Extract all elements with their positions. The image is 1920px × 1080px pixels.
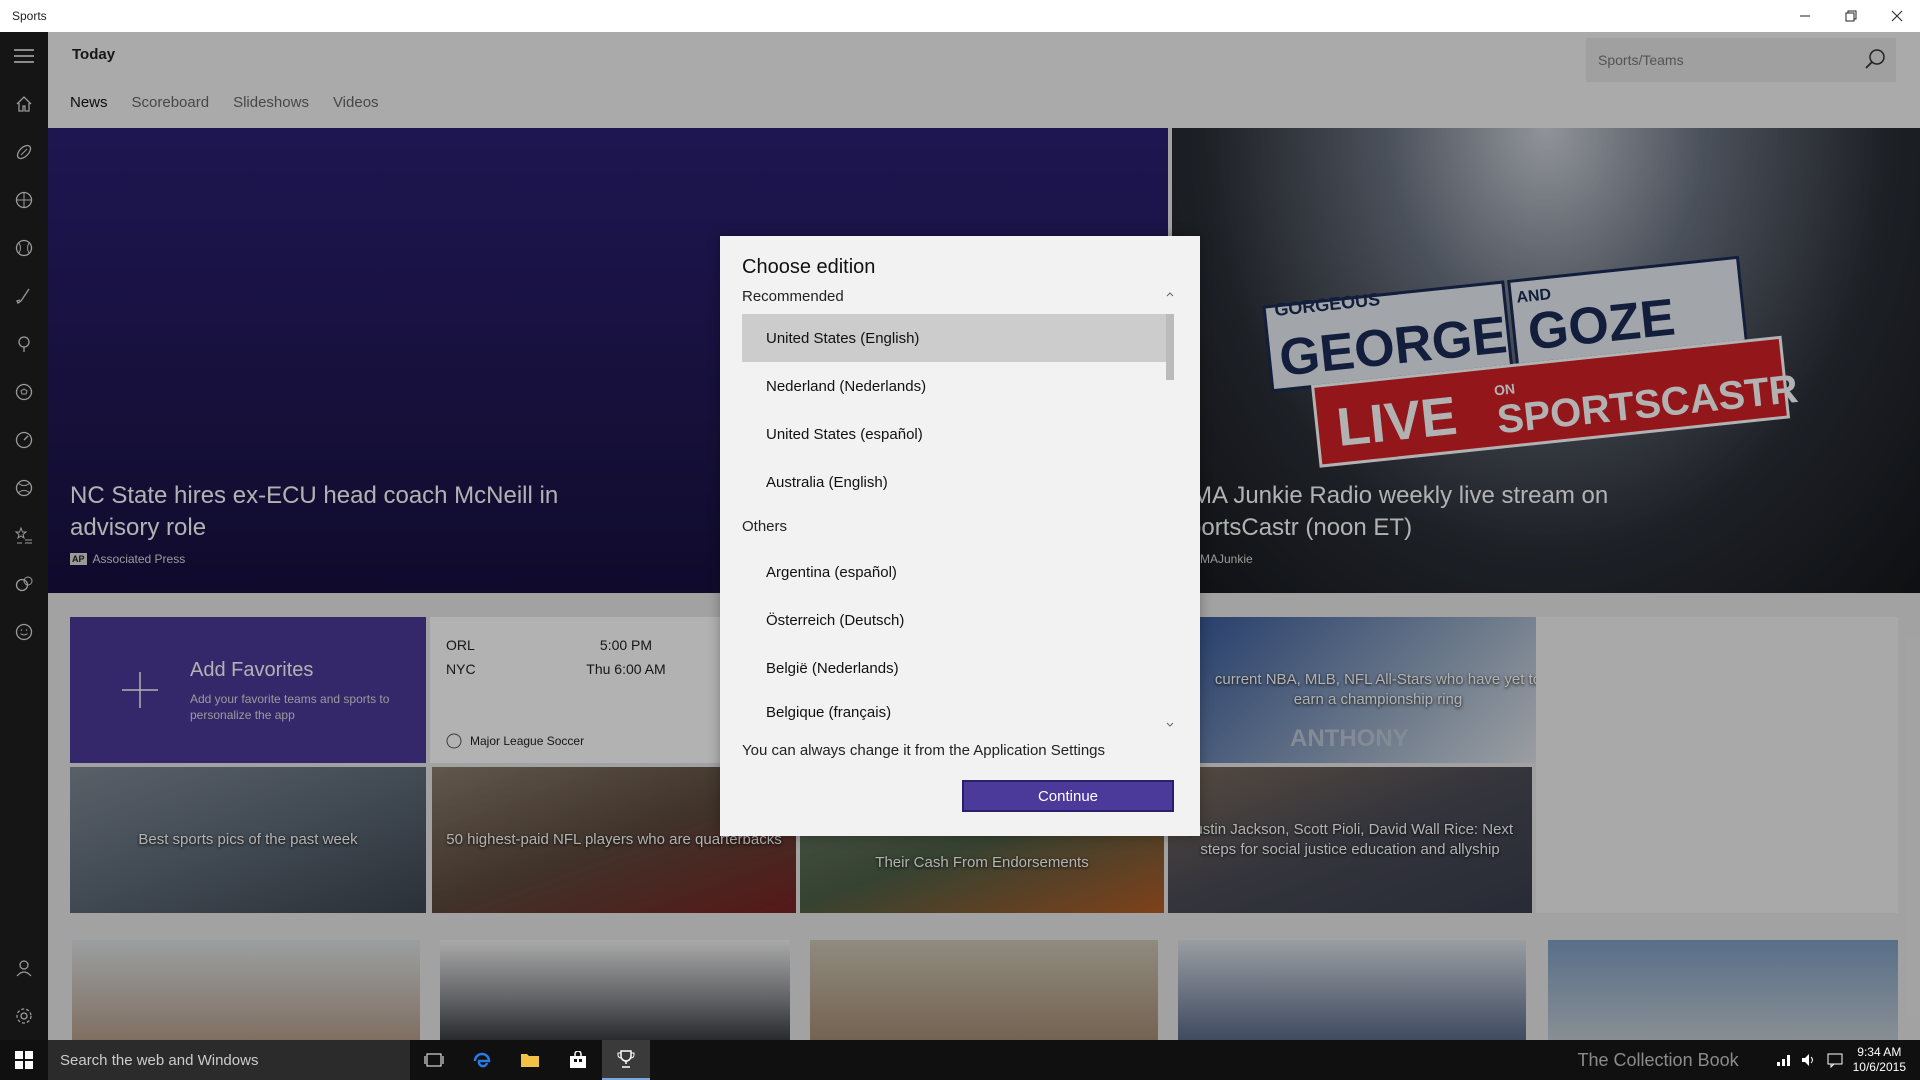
system-tray: The Collection Book 9:34 AM 10/6/2015 [1578, 1040, 1920, 1080]
edition-option-us-espanol[interactable]: United States (español) [742, 410, 1174, 458]
edition-option-belgie[interactable]: België (Nederlands) [742, 644, 1174, 692]
continue-button[interactable]: Continue [962, 780, 1174, 812]
network-icon[interactable] [1775, 1052, 1791, 1068]
minimize-icon [1800, 15, 1810, 17]
clock-time: 9:34 AM [1857, 1045, 1902, 1059]
store-button[interactable] [554, 1040, 602, 1080]
edition-option-belgique[interactable]: Belgique (français) [742, 692, 1174, 732]
window-title: Sports [12, 9, 47, 23]
watermark-text: The Collection Book [1577, 1049, 1739, 1070]
taskbar-search[interactable]: Search the web and Windows [48, 1040, 410, 1080]
close-button[interactable] [1874, 0, 1920, 32]
volume-icon[interactable] [1801, 1052, 1817, 1068]
minimize-button[interactable] [1782, 0, 1828, 32]
edge-icon [473, 1052, 491, 1068]
task-view-button[interactable] [410, 1040, 458, 1080]
folder-icon [521, 1054, 539, 1067]
close-icon [1891, 10, 1903, 22]
edition-option-argentina[interactable]: Argentina (español) [742, 548, 1174, 596]
edition-list-scrollbar[interactable] [1164, 288, 1176, 732]
trophy-icon [617, 1050, 635, 1068]
taskbar-search-input[interactable]: Search the web and Windows [60, 1052, 258, 1069]
sports-app-button[interactable] [602, 1040, 650, 1080]
dialog-note: You can always change it from the Applic… [742, 742, 1106, 759]
scroll-up-icon [1166, 292, 1174, 297]
scrollbar-thumb [1166, 314, 1174, 380]
window-titlebar: Sports [0, 0, 1920, 32]
edition-option-nederland[interactable]: Nederland (Nederlands) [742, 362, 1174, 410]
clock[interactable]: 9:34 AM 10/6/2015 [1853, 1045, 1906, 1075]
store-bag-icon [570, 1051, 586, 1068]
edition-option-australia[interactable]: Australia (English) [742, 458, 1174, 506]
notifications-icon[interactable] [1827, 1052, 1843, 1068]
dialog-title: Choose edition [742, 256, 876, 278]
start-button[interactable] [0, 1040, 48, 1080]
recommended-label: Recommended [742, 288, 844, 305]
others-label: Others [742, 518, 788, 535]
restore-button[interactable] [1828, 0, 1874, 32]
edition-option-us-english[interactable]: United States (English) [742, 314, 1174, 362]
clock-date: 10/6/2015 [1852, 1060, 1906, 1074]
scrollbar-graphic [1166, 292, 1174, 727]
restore-icon [1845, 10, 1857, 22]
windows-logo-icon [15, 1051, 33, 1069]
choose-edition-dialog: Choose edition Recommended United States… [720, 236, 1200, 836]
file-explorer-button[interactable] [506, 1040, 554, 1080]
scroll-down-icon [1166, 722, 1174, 727]
windows-taskbar: Search the web and Windows The Collectio… [0, 1040, 1920, 1080]
edition-option-osterreich[interactable]: Österreich (Deutsch) [742, 596, 1174, 644]
edge-button[interactable] [458, 1040, 506, 1080]
task-view-icon [424, 1053, 444, 1067]
